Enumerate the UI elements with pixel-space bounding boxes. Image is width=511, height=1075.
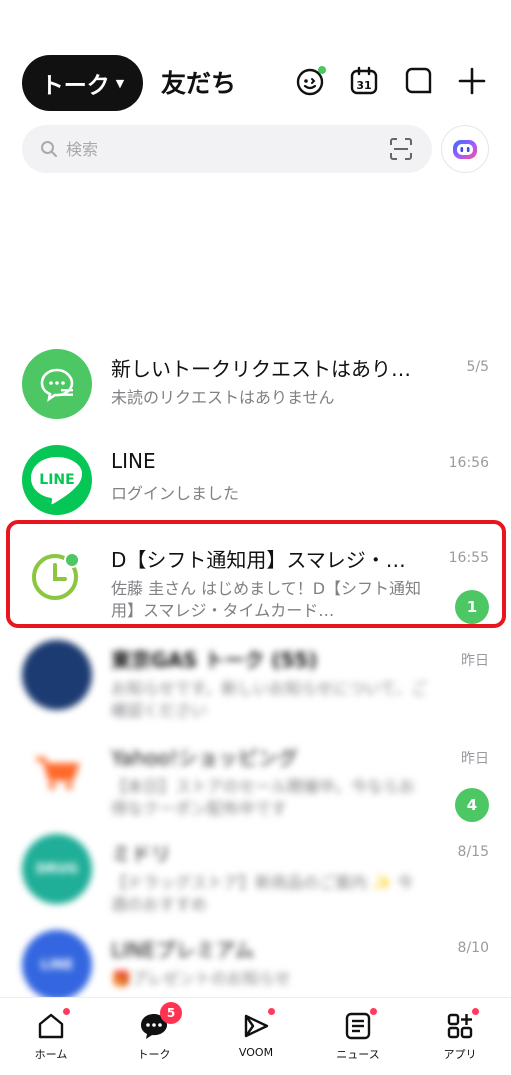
nav-talk-label: トーク	[137, 1048, 171, 1061]
nav-talk[interactable]: 5 トーク	[114, 1002, 194, 1068]
chat-name: LINE	[111, 449, 156, 473]
ai-bot-icon	[453, 140, 477, 159]
tab-talk[interactable]: トーク ▼	[22, 55, 143, 111]
ai-assistant-button[interactable]	[441, 125, 489, 173]
home-icon	[38, 1013, 64, 1039]
message-request-icon	[40, 368, 74, 402]
plus-icon[interactable]	[456, 65, 488, 97]
unread-badge: 4	[455, 788, 489, 822]
shopping-cart-icon	[36, 757, 80, 790]
highlight-box	[6, 520, 506, 628]
tab-friends[interactable]: 友だち	[161, 64, 236, 100]
nav-news-label: ニュース	[336, 1048, 380, 1061]
note-icon[interactable]	[402, 65, 434, 97]
chat-row[interactable]: 東京GAS トーク (55) お知らせです。新しいお知らせについて、ご確認くださ…	[0, 640, 511, 736]
nav-voom[interactable]: VOOM	[216, 1006, 296, 1068]
search-bar[interactable]	[22, 125, 432, 173]
avatar	[22, 738, 92, 808]
chat-row[interactable]: Yahoo!ショッピング 【本日】ストアのセール開催中。今ならお得なクーポン配布…	[0, 738, 511, 834]
nav-home[interactable]: ホーム	[11, 1006, 91, 1068]
chat-preview: 未読のリクエストはありません	[111, 388, 335, 407]
line-logo-icon: LINE	[31, 457, 82, 505]
notification-dot	[370, 1008, 377, 1015]
notification-dot	[268, 1008, 275, 1015]
search-icon	[41, 141, 57, 157]
chat-preview: 【本日】ストアのセール開催中。今ならお得なクーポン配布中です	[111, 777, 416, 818]
avatar: LINE	[22, 930, 92, 1000]
chevron-down-icon: ▼	[115, 76, 125, 90]
apps-grid-icon	[447, 1013, 473, 1039]
chat-name: 東京GAS トーク (55)	[111, 648, 318, 672]
chat-name: LINEプレミアム	[111, 938, 255, 962]
avatar	[22, 349, 92, 419]
notification-dot	[63, 1008, 70, 1015]
chat-row-requests[interactable]: 新しいトークリクエストはあり… 未読のリクエストはありません 5/5	[0, 349, 511, 445]
chat-name: 新しいトークリクエストはあり…	[111, 357, 411, 381]
chat-time: 昨日	[461, 653, 489, 669]
bottom-nav: ホーム 5 トーク VOOM ニュース アプリ	[0, 997, 511, 1075]
scan-icon[interactable]	[390, 138, 412, 160]
chat-time: 8/10	[457, 940, 489, 956]
avatar: LINE	[22, 445, 92, 515]
chat-preview: 【ドラッグストア】新商品のご案内 ✨ 今週のおすすめ	[111, 873, 414, 914]
chat-name: ミドリ	[111, 842, 171, 866]
chat-preview: 🎁プレゼントのお知らせ	[111, 969, 291, 988]
avatar-label: DRUG	[35, 861, 79, 877]
calendar-icon[interactable]: 31	[348, 65, 380, 97]
avatar: DRUG	[22, 834, 92, 904]
chat-time: 8/15	[457, 844, 489, 860]
sticker-icon[interactable]	[295, 65, 327, 97]
chat-time: 5/5	[466, 359, 489, 375]
chat-time: 昨日	[461, 751, 489, 767]
avatar	[22, 640, 92, 710]
tab-talk-label: トーク	[40, 73, 110, 99]
nav-apps[interactable]: アプリ	[420, 1006, 500, 1068]
calendar-day: 31	[356, 79, 371, 92]
chat-preview: お知らせです。新しいお知らせについて、ご確認ください	[111, 679, 428, 720]
nav-apps-label: アプリ	[443, 1048, 477, 1061]
search-input[interactable]	[66, 139, 366, 159]
nav-home-label: ホーム	[34, 1048, 68, 1061]
notification-dot	[472, 1008, 479, 1015]
news-icon	[345, 1012, 371, 1040]
avatar-label: LINE	[39, 472, 74, 488]
chat-time: 16:56	[448, 455, 489, 471]
avatar-label: LINE	[40, 957, 74, 973]
nav-news[interactable]: ニュース	[318, 1006, 398, 1068]
nav-voom-label: VOOM	[238, 1046, 274, 1059]
talk-unread-badge: 5	[160, 1002, 182, 1024]
chat-row[interactable]: DRUG ミドリ 【ドラッグストア】新商品のご案内 ✨ 今週のおすすめ 8/15	[0, 834, 511, 930]
voom-play-icon	[244, 1014, 269, 1038]
chat-preview: ログインしました	[111, 484, 240, 503]
chat-name: Yahoo!ショッピング	[111, 746, 298, 770]
